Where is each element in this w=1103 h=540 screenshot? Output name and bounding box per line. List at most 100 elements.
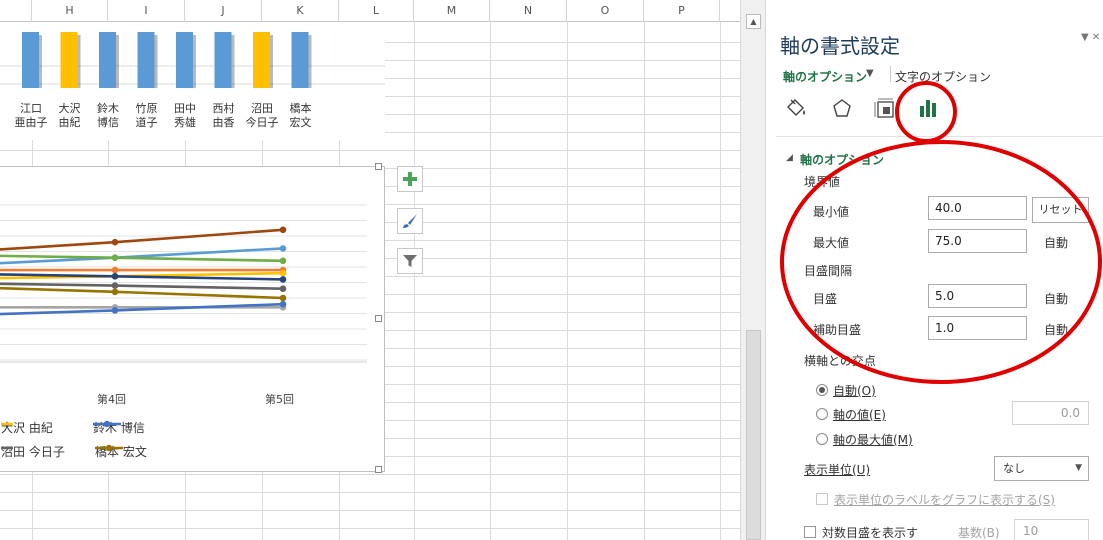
min-value-input[interactable]	[928, 196, 1027, 220]
vertical-scrollbar[interactable]: ▲	[740, 0, 766, 540]
add-element-icon	[403, 172, 417, 186]
series-point[interactable]	[111, 282, 119, 289]
series-point[interactable]	[111, 273, 119, 280]
series-point[interactable]	[111, 254, 119, 261]
max-auto-button[interactable]: 自動	[1044, 234, 1068, 251]
grid-column-line	[567, 22, 568, 540]
chart-elements-button[interactable]	[397, 166, 423, 192]
category-label: 第5回	[265, 393, 294, 406]
series-point[interactable]	[279, 300, 287, 308]
bar-chart[interactable]: 江口 亜由子 大沢 由紀 鈴木 博信 竹原 道子 田中 秀雄 西村 由香 沼田 今日子 橋本 宏文	[0, 22, 385, 140]
minor-label: 補助目盛	[813, 323, 862, 337]
series-line[interactable]	[0, 286, 287, 302]
radio-axis-value-label[interactable]: 軸の値(E)	[833, 406, 886, 423]
section-title-axis-options[interactable]: 軸のオプション	[800, 151, 884, 168]
chevron-down-icon: ▼	[1075, 463, 1082, 473]
worksheet[interactable]: H I J K L M N O P 江口 亜由子 大沢 由紀 鈴木 博信 竹原 道子 田中 秀雄西…	[0, 0, 740, 540]
series-line[interactable]	[0, 226, 287, 251]
log-scale-checkbox[interactable]	[804, 526, 816, 538]
legend-item-numata[interactable]: 沼田 今日子	[1, 443, 65, 460]
radio-axis-max-label[interactable]: 軸の最大値(M)	[833, 431, 913, 448]
chart-filters-button[interactable]	[397, 248, 423, 274]
series-point[interactable]	[279, 285, 287, 292]
column-header-k[interactable]: K	[262, 0, 339, 22]
bar[interactable]	[214, 32, 232, 88]
bar-category-label-line1: 橋本	[289, 102, 312, 115]
effects-button[interactable]	[826, 92, 858, 124]
minor-unit-input[interactable]	[928, 316, 1027, 340]
series-line[interactable]	[0, 266, 287, 274]
radio-axis-value[interactable]	[816, 408, 828, 420]
major-auto-button[interactable]: 自動	[1044, 290, 1068, 307]
column-header-partial[interactable]	[0, 0, 32, 22]
legend-item-suzuki[interactable]: 鈴木 博信	[93, 419, 145, 436]
reset-button[interactable]: リセット	[1032, 197, 1089, 223]
chevron-down-icon[interactable]: ▼	[866, 68, 874, 79]
axis-value-input[interactable]: 0.0	[1012, 401, 1089, 425]
resize-handle[interactable]	[375, 315, 382, 322]
max-value-input[interactable]	[928, 229, 1027, 253]
tab-text-options[interactable]: 文字のオプション	[895, 68, 991, 85]
major-unit-input[interactable]	[928, 284, 1027, 308]
series-point[interactable]	[279, 269, 287, 277]
series-path	[0, 282, 284, 290]
show-units-label-text: 表示単位のラベルをグラフに表示する(S)	[834, 493, 1055, 507]
bar[interactable]	[99, 32, 116, 88]
axis-options-button[interactable]	[912, 92, 944, 124]
column-header-partial[interactable]	[720, 0, 740, 22]
series-point[interactable]	[279, 226, 287, 234]
scroll-up-icon[interactable]: ▲	[746, 14, 761, 29]
legend-item-hashimoto[interactable]: 橋本 宏文	[95, 443, 147, 460]
display-units-select[interactable]: なし ▼	[994, 456, 1089, 481]
radio-auto[interactable]	[816, 384, 828, 396]
series-point[interactable]	[279, 257, 287, 265]
column-header-i[interactable]: I	[108, 0, 185, 22]
log-base-input[interactable]: 10	[1014, 519, 1089, 540]
radio-auto-label[interactable]: 自動(O)	[833, 382, 876, 399]
grid-row-line	[0, 510, 740, 511]
series-point[interactable]	[111, 307, 119, 314]
grid-row-line	[0, 528, 740, 529]
resize-handle[interactable]	[375, 163, 382, 170]
pane-options-close-icon[interactable]: ▼ ✕	[1081, 32, 1100, 43]
column-header-m[interactable]: M	[414, 0, 490, 22]
fill-line-button[interactable]	[780, 92, 812, 124]
series-point[interactable]	[279, 245, 287, 252]
line-chart[interactable]: 第4回 第5回 大沢 由紀 鈴木 博信 沼田 今日子 橋本 宏文	[0, 163, 385, 473]
column-header-o[interactable]: O	[567, 0, 644, 22]
bar-category-label: 橋本 宏文	[278, 102, 324, 130]
series-point[interactable]	[279, 294, 287, 302]
column-header-p[interactable]: P	[644, 0, 720, 22]
tab-axis-options[interactable]: 軸のオプション	[783, 68, 867, 85]
grid-row-line	[0, 474, 740, 475]
min-label: 最小値	[813, 205, 850, 219]
column-header-l[interactable]: L	[339, 0, 414, 22]
collapse-triangle-icon[interactable]: ◢	[786, 153, 793, 163]
minor-auto-button[interactable]: 自動	[1044, 321, 1068, 338]
resize-handle[interactable]	[375, 466, 382, 473]
show-units-label-checkbox[interactable]	[816, 493, 828, 505]
column-header-j[interactable]: J	[185, 0, 262, 22]
bar-shadow	[270, 35, 273, 88]
grid-row-line	[0, 492, 740, 493]
bar[interactable]	[176, 32, 193, 88]
radio-axis-max[interactable]	[816, 433, 828, 445]
size-properties-button[interactable]	[869, 92, 901, 124]
series-point[interactable]	[111, 266, 119, 274]
bar[interactable]	[22, 32, 39, 88]
paint-bucket-icon	[787, 99, 805, 116]
column-header-n[interactable]: N	[490, 0, 567, 22]
scroll-thumb[interactable]	[746, 330, 761, 540]
bar[interactable]	[137, 32, 155, 88]
bar[interactable]	[253, 32, 270, 88]
bar[interactable]	[60, 32, 78, 88]
legend-item-ozawa[interactable]: 大沢 由紀	[1, 419, 53, 436]
series-point[interactable]	[111, 288, 119, 296]
chart-styles-button[interactable]	[397, 208, 423, 234]
column-header-h[interactable]: H	[32, 0, 108, 22]
series-point[interactable]	[111, 238, 119, 246]
bounds-heading: 境界値	[804, 175, 841, 189]
bar[interactable]	[291, 32, 309, 88]
series-point[interactable]	[279, 276, 287, 283]
pane-title: 軸の書式設定	[780, 34, 900, 58]
